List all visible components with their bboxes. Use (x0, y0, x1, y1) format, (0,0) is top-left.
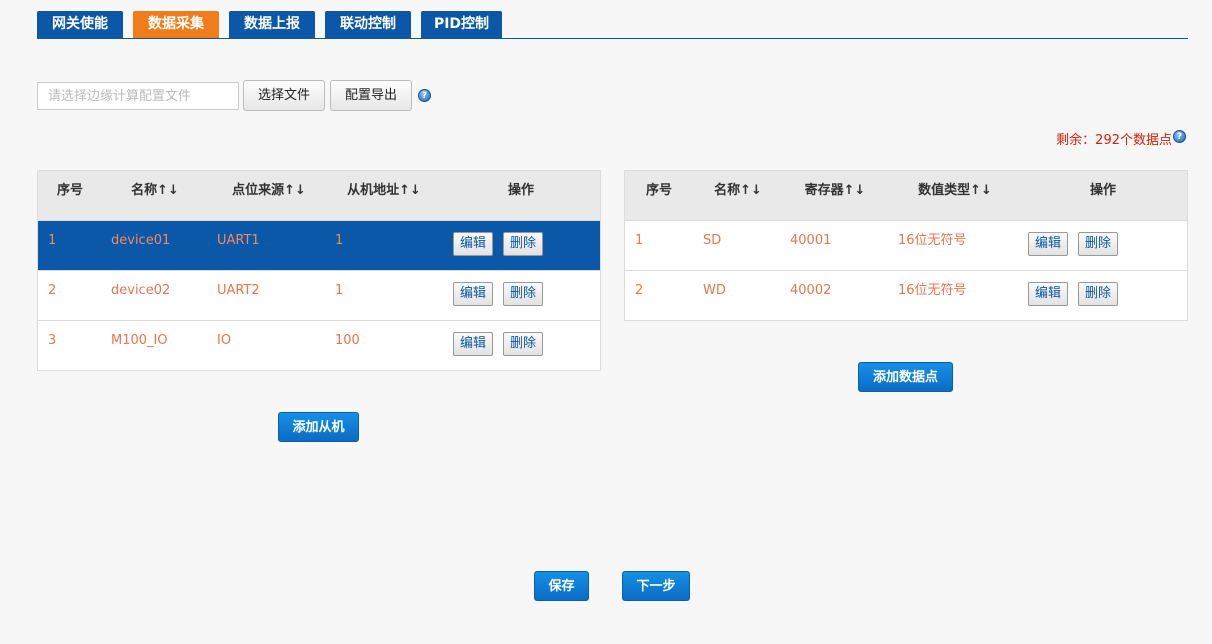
row-index: 1 (635, 233, 644, 248)
row-name: device01 (111, 233, 171, 248)
tab-bar: 网关使能 数据采集 数据上报 联动控制 PID控制 (37, 11, 1188, 39)
row-source: UART1 (217, 233, 260, 248)
edit-button[interactable]: 编辑 (453, 282, 494, 306)
row-register: 40001 (790, 233, 832, 248)
edit-button[interactable]: 编辑 (1028, 282, 1069, 306)
save-button[interactable]: 保存 (534, 571, 589, 601)
header-actions: 操作 (1089, 183, 1116, 198)
row-value-type: 16位无符号 (898, 233, 967, 248)
row-source: UART2 (217, 283, 260, 298)
config-file-input[interactable] (37, 82, 239, 110)
remaining-help-icon[interactable]: ? (1173, 130, 1186, 143)
row-index: 2 (48, 283, 57, 298)
header-name[interactable]: 名称↑↓ (707, 171, 769, 211)
delete-button[interactable]: 删除 (503, 282, 544, 306)
header-register[interactable]: 寄存器↑↓ (797, 171, 873, 211)
export-config-button[interactable]: 配置导出 (330, 80, 412, 111)
tab-data-collection[interactable]: 数据采集 (133, 11, 219, 38)
data-point-table: 序号 名称↑↓ 寄存器↑↓ 数值类型↑↓ 操作 1 SD 40001 16位无符… (624, 170, 1188, 321)
table-row[interactable]: 1 device01 UART1 1 编辑 删除 (38, 221, 600, 271)
row-name: device02 (111, 283, 171, 298)
edit-button[interactable]: 编辑 (1028, 232, 1069, 256)
remaining-points-text: 剩余：292个数据点 (1056, 129, 1172, 148)
data-point-table-header: 序号 名称↑↓ 寄存器↑↓ 数值类型↑↓ 操作 (625, 171, 1187, 221)
table-row[interactable]: 1 SD 40001 16位无符号 编辑 删除 (625, 221, 1187, 271)
next-step-button[interactable]: 下一步 (622, 571, 690, 601)
slave-table: 序号 名称↑↓ 点位来源↑↓ 从机地址↑↓ 操作 1 device01 UART… (37, 170, 601, 371)
choose-file-button[interactable]: 选择文件 (243, 80, 325, 111)
remaining-points-label: 剩余：292个数据点 (1056, 133, 1172, 148)
tab-gateway-enable[interactable]: 网关使能 (37, 11, 123, 38)
edit-button[interactable]: 编辑 (453, 232, 494, 256)
tab-data-report[interactable]: 数据上报 (229, 11, 315, 38)
row-index: 2 (635, 283, 644, 298)
table-row[interactable]: 3 M100_IO IO 100 编辑 删除 (38, 321, 600, 371)
row-index: 1 (48, 233, 57, 248)
table-row[interactable]: 2 WD 40002 16位无符号 编辑 删除 (625, 271, 1187, 321)
tab-pid-control[interactable]: PID控制 (421, 11, 502, 38)
row-address: 1 (335, 233, 344, 248)
slave-table-header: 序号 名称↑↓ 点位来源↑↓ 从机地址↑↓ 操作 (38, 171, 600, 221)
header-source[interactable]: 点位来源↑↓ (224, 171, 314, 211)
delete-button[interactable]: 删除 (503, 332, 544, 356)
help-icon[interactable]: ? (418, 89, 431, 102)
row-source: IO (217, 333, 232, 348)
header-name[interactable]: 名称↑↓ (122, 171, 188, 211)
row-name: M100_IO (111, 333, 168, 348)
row-name: WD (703, 283, 726, 298)
delete-button[interactable]: 删除 (503, 232, 544, 256)
tab-linkage-control[interactable]: 联动控制 (325, 11, 411, 38)
header-index: 序号 (56, 183, 83, 198)
header-index: 序号 (645, 183, 672, 198)
header-value-type[interactable]: 数值类型↑↓ (907, 171, 1003, 211)
row-register: 40002 (790, 283, 832, 298)
delete-button[interactable]: 删除 (1078, 282, 1119, 306)
row-address: 1 (335, 283, 344, 298)
row-value-type: 16位无符号 (898, 283, 967, 298)
row-name: SD (703, 233, 722, 248)
add-data-point-button[interactable]: 添加数据点 (858, 362, 953, 392)
delete-button[interactable]: 删除 (1078, 232, 1119, 256)
header-address[interactable]: 从机地址↑↓ (344, 171, 424, 211)
row-address: 100 (335, 333, 360, 348)
edit-button[interactable]: 编辑 (453, 332, 494, 356)
row-index: 3 (48, 333, 57, 348)
header-actions: 操作 (507, 183, 534, 198)
add-slave-button[interactable]: 添加从机 (278, 412, 359, 442)
table-row[interactable]: 2 device02 UART2 1 编辑 删除 (38, 271, 600, 321)
